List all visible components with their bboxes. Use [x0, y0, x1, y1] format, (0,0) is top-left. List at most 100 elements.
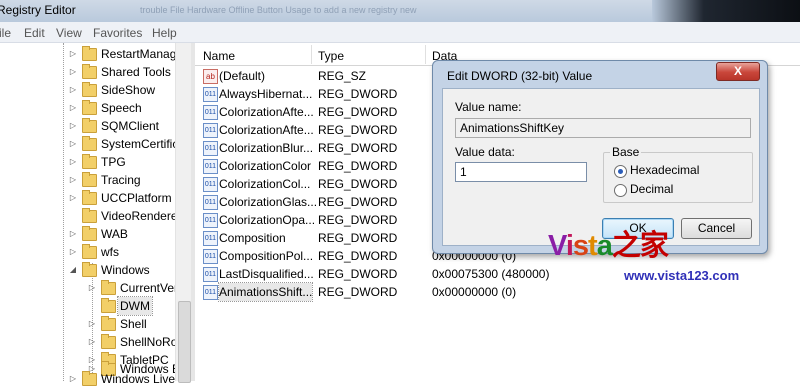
folder-icon [82, 190, 97, 205]
value-name: CompositionPol... [219, 249, 314, 263]
collapse-arrow-icon[interactable]: ◢ [68, 261, 78, 279]
base-groupbox: Base Hexadecimal Decimal [603, 145, 753, 203]
value-type: REG_DWORD [318, 249, 398, 263]
hexadecimal-label[interactable]: Hexadecimal [630, 163, 699, 177]
tree-node-label: SystemCertific [101, 137, 179, 151]
column-separator[interactable] [311, 45, 312, 64]
folder-icon [82, 64, 97, 79]
column-header-type[interactable]: Type [318, 49, 344, 63]
folder-icon [82, 208, 97, 223]
dialog-title: Edit DWORD (32-bit) Value [447, 69, 593, 83]
decimal-label[interactable]: Decimal [630, 182, 673, 196]
tree-node-label: WAB [101, 227, 128, 241]
folder-icon [82, 244, 97, 259]
expand-arrow-icon[interactable]: ▷ [68, 135, 78, 153]
value-type: REG_DWORD [318, 267, 398, 281]
value-name: ColorizationOpa... [219, 213, 316, 227]
hexadecimal-radio[interactable] [614, 165, 627, 178]
value-name-field[interactable]: AnimationsShiftKey [455, 118, 751, 138]
watermark-letter: V [548, 230, 567, 262]
binary-value-icon: 011 [203, 249, 218, 264]
folder-icon [101, 298, 116, 313]
folder-icon [101, 280, 116, 295]
watermark-letter: s [572, 230, 589, 262]
value-name: (Default) [219, 69, 266, 83]
value-type: REG_DWORD [318, 105, 398, 119]
registry-tree: ▷ RestartManage ▷ Shared Tools ▷ SideShow ▷… [0, 43, 191, 386]
value-type: REG_DWORD [318, 195, 398, 209]
value-name: ColorizationColor [219, 159, 312, 173]
expand-arrow-icon[interactable]: ▷ [68, 171, 78, 189]
folder-icon [82, 82, 97, 97]
menu-help[interactable]: Help [152, 26, 177, 40]
scrollbar-thumb[interactable] [178, 301, 191, 383]
tree-node-label: CurrentVer [120, 281, 179, 295]
vista-watermark-logo: Vista之家 [548, 222, 669, 264]
folder-icon [82, 371, 97, 386]
menu-view[interactable]: View [56, 26, 82, 40]
binary-value-icon: 011 [203, 213, 218, 228]
value-type: REG_DWORD [318, 285, 398, 299]
folder-icon [82, 226, 97, 241]
menu-file[interactable]: ile [0, 26, 11, 40]
menu-favorites[interactable]: Favorites [93, 26, 142, 40]
value-type: REG_DWORD [318, 87, 398, 101]
expand-arrow-icon[interactable]: ▷ [68, 81, 78, 99]
tree-node-label: VideoRenderer [101, 209, 182, 223]
binary-value-icon: 011 [203, 105, 218, 120]
expand-arrow-icon[interactable]: ▷ [68, 225, 78, 243]
expand-arrow-icon[interactable]: ▷ [68, 189, 78, 207]
binary-value-icon: 011 [203, 141, 218, 156]
tree-node-label: ShellNoRo [120, 335, 178, 349]
window-title: Registry Editor [0, 3, 76, 17]
decimal-radio[interactable] [614, 184, 627, 197]
value-name-label: Value name: [455, 100, 522, 114]
expand-arrow-icon[interactable]: ▷ [68, 45, 78, 63]
binary-value-icon: 011 [203, 159, 218, 174]
watermark-letter: t [588, 230, 598, 262]
column-separator[interactable] [425, 45, 426, 64]
binary-value-icon: 011 [203, 123, 218, 138]
folder-icon [101, 334, 116, 349]
string-value-icon: ab [203, 69, 218, 84]
tree-node-label: SideShow [101, 83, 156, 97]
value-data-label: Value data: [455, 145, 515, 159]
title-tail-text: trouble File Hardware Offline Button Usa… [140, 5, 417, 15]
expand-arrow-icon[interactable]: ▷ [68, 243, 78, 261]
cancel-button[interactable]: Cancel [681, 218, 752, 239]
tree-node-label: RestartManage [101, 47, 184, 61]
expand-arrow-icon[interactable]: ▷ [87, 279, 97, 297]
tree-node-label: UCCPlatform [101, 191, 172, 205]
watermark-letter: a [596, 230, 613, 262]
tree-node-label: Speech [101, 101, 142, 115]
table-row-selected[interactable]: 011 AnimationsShift... REG_DWORD 0x00000000… [195, 282, 800, 302]
watermark-url: www.vista123.com [624, 268, 740, 283]
expand-arrow-icon[interactable]: ▷ [68, 370, 78, 388]
folder-icon [82, 154, 97, 169]
value-type: REG_DWORD [318, 177, 398, 191]
column-header-name[interactable]: Name [203, 49, 235, 63]
menu-edit[interactable]: Edit [24, 26, 45, 40]
close-button[interactable]: X [716, 62, 760, 81]
value-data: 0x00000000 (0) [432, 285, 517, 299]
value-name: ColorizationAfte... [219, 105, 314, 119]
expand-arrow-icon[interactable]: ▷ [68, 153, 78, 171]
folder-icon [82, 100, 97, 115]
tree-scrollbar[interactable] [175, 43, 192, 383]
value-data-input[interactable]: 1 [455, 162, 587, 182]
expand-arrow-icon[interactable]: ▷ [87, 315, 97, 333]
folder-icon [82, 262, 97, 277]
expand-arrow-icon[interactable]: ▷ [68, 117, 78, 135]
expand-arrow-icon[interactable]: ▷ [87, 333, 97, 351]
binary-value-icon: 011 [203, 267, 218, 282]
expand-arrow-icon[interactable]: ▷ [68, 99, 78, 117]
watermark-chinese: 之家 [611, 230, 669, 262]
value-name: ColorizationBlur... [219, 141, 314, 155]
tree-node-label: Windows [101, 263, 150, 277]
expand-arrow-icon[interactable]: ▷ [68, 63, 78, 81]
tree-node-label: Tracing [101, 173, 141, 187]
value-name: ColorizationCol... [219, 177, 311, 191]
binary-value-icon: 011 [203, 177, 218, 192]
title-bar-dark-region [652, 0, 800, 22]
tree-guide-line [63, 43, 64, 381]
